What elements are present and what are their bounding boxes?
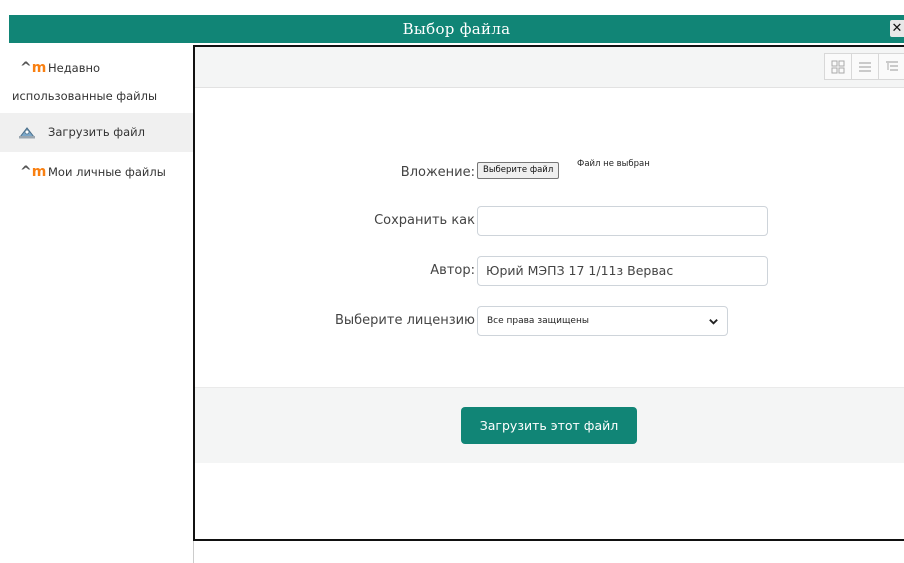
sidebar-item-upload-file[interactable]: Загрузить файл: [0, 113, 193, 152]
sidebar-item-label: использованные файлы: [12, 89, 158, 103]
panel-toolbar: [195, 47, 904, 88]
author-label: Автор:: [430, 263, 475, 278]
form-footer: Загрузить этот файл: [195, 387, 904, 463]
chevron-down-icon: [709, 319, 718, 325]
license-select[interactable]: Все права защищены: [477, 306, 728, 336]
save-as-input[interactable]: [477, 206, 768, 236]
save-as-row: Сохранить как: [195, 206, 895, 236]
attachment-label: Вложение:: [400, 165, 475, 180]
moodle-icon: ^m: [20, 60, 47, 76]
repository-sidebar: ^m Недавно использованные файлы Загрузит…: [0, 43, 193, 563]
save-as-label: Сохранить как: [374, 213, 475, 228]
author-row: Автор: Юрий МЭПЗ 17 1/11з Вервас: [195, 256, 895, 286]
sidebar-item-private-files[interactable]: ^m Мои личные файлы: [0, 152, 193, 192]
file-picker-panel: Вложение: Выберите файл Файл не выбран С…: [193, 45, 904, 541]
upload-this-file-button[interactable]: Загрузить этот файл: [461, 407, 637, 444]
sidebar-divider: [193, 540, 194, 563]
list-view-icon: [859, 61, 871, 72]
attachment-row: Вложение: Выберите файл Файл не выбран: [195, 154, 895, 184]
license-row: Выберите лицензию Все права защищены: [195, 306, 895, 336]
icons-view-icon: [831, 60, 845, 73]
view-tree-button[interactable]: [878, 53, 904, 80]
moodle-icon: ^m: [20, 164, 47, 180]
dialog-titlebar: Выбор файла ✕: [9, 15, 904, 43]
license-label: Выберите лицензию: [334, 313, 475, 328]
choose-file-button[interactable]: Выберите файл: [477, 162, 560, 179]
upload-icon: [18, 125, 36, 139]
close-button[interactable]: ✕: [890, 20, 904, 37]
sidebar-item-recent-files[interactable]: ^m Недавно использованные файлы: [0, 43, 193, 113]
close-icon: ✕: [891, 21, 903, 36]
sidebar-item-label: Мои личные файлы: [48, 165, 166, 179]
view-icons-button[interactable]: [824, 53, 852, 80]
license-selected-value: Все права защищены: [487, 316, 589, 326]
sidebar-item-label: Загрузить файл: [48, 125, 145, 139]
file-status-text: Файл не выбран: [577, 159, 650, 169]
author-input[interactable]: Юрий МЭПЗ 17 1/11з Вервас: [477, 256, 768, 286]
sidebar-item-label: Недавно: [48, 61, 101, 75]
view-switcher: [824, 53, 904, 80]
view-list-button[interactable]: [851, 53, 879, 80]
dialog-title: Выбор файла: [402, 20, 511, 38]
tree-view-icon: [886, 60, 898, 71]
